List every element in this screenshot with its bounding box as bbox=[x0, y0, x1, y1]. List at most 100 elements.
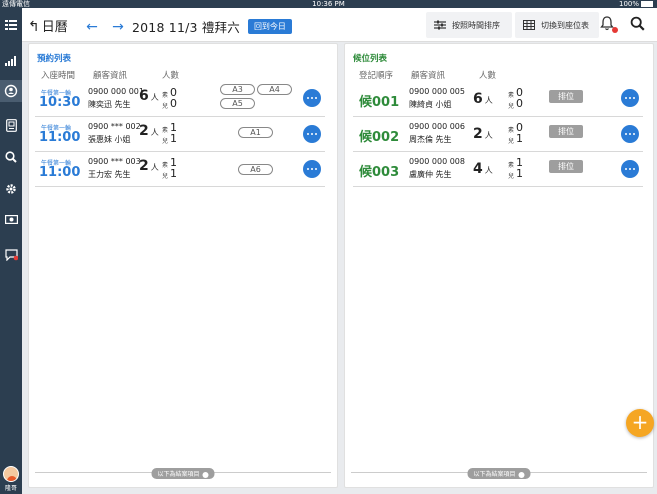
vegetarian-label: 素 bbox=[162, 127, 169, 134]
party-size: 6人 bbox=[473, 91, 493, 107]
party-unit: 人 bbox=[484, 166, 493, 175]
sort-by-time-button[interactable]: 按照時間排序 bbox=[426, 12, 512, 38]
child-label: 兒 bbox=[162, 138, 169, 145]
more-options-icon[interactable] bbox=[621, 160, 639, 178]
waitlist-row[interactable]: 候003 0900 000 008 盧廣仲 先生 4人 素 1 兒 1 排位 bbox=[353, 152, 643, 187]
back-arrow-icon: ↰ bbox=[28, 19, 40, 35]
party-count: 2 bbox=[139, 158, 149, 174]
party-count: 2 bbox=[139, 123, 149, 139]
closed-items-label: 以下為結案項目 bbox=[157, 471, 200, 478]
party-unit: 人 bbox=[484, 96, 493, 105]
reservation-row[interactable]: 午餐第一輪 10:30 0900 000 001 陳奕迅 先生 6人 素 0 兒… bbox=[35, 82, 325, 117]
table-tag[interactable]: A1 bbox=[238, 127, 273, 138]
customer-phone: 0900 000 008 bbox=[409, 157, 465, 166]
party-unit: 人 bbox=[150, 163, 159, 172]
child-count: 1 bbox=[516, 132, 523, 145]
child-count: 0 bbox=[516, 97, 523, 110]
party-size: 2人 bbox=[139, 158, 159, 174]
receipt-icon[interactable] bbox=[0, 114, 22, 136]
table-tag[interactable]: A5 bbox=[220, 98, 255, 109]
cash-icon[interactable] bbox=[0, 208, 22, 230]
customer-phone: 0900 000 006 bbox=[409, 122, 465, 131]
party-unit: 人 bbox=[150, 93, 159, 102]
prev-day-icon[interactable]: ← bbox=[84, 19, 100, 35]
party-size: 6人 bbox=[139, 88, 159, 104]
closed-items-toggle[interactable]: 以下為結案項目 bbox=[467, 468, 531, 479]
date-label: 2018 11/3 禮拜六 bbox=[132, 20, 240, 35]
search-icon[interactable] bbox=[0, 146, 22, 168]
gear-icon[interactable] bbox=[0, 178, 22, 200]
user-name: 隆哥 bbox=[4, 485, 17, 492]
header-search-icon[interactable] bbox=[630, 16, 645, 34]
waitlist-row[interactable]: 候001 0900 000 005 陳綺貞 小姐 6人 素 0 兒 0 排位 bbox=[353, 82, 643, 117]
waitlist-row[interactable]: 候002 0900 000 006 周杰倫 先生 2人 素 0 兒 1 排位 bbox=[353, 117, 643, 152]
child-count: 1 bbox=[170, 132, 177, 145]
child-label: 兒 bbox=[162, 173, 169, 180]
next-day-icon[interactable]: → bbox=[110, 19, 126, 35]
battery-indicator: 100% bbox=[619, 0, 653, 8]
party-unit: 人 bbox=[484, 131, 493, 140]
grid-icon[interactable] bbox=[0, 14, 22, 36]
party-size: 4人 bbox=[473, 161, 493, 177]
more-options-icon[interactable] bbox=[303, 125, 321, 143]
assign-seat-button[interactable]: 排位 bbox=[549, 125, 583, 138]
reservation-row[interactable]: 午餐第一輪 11:00 0900 *** 002 張惠妹 小姐 2人 素 1 兒… bbox=[35, 117, 325, 152]
waitlist-panel-title: 候位列表 bbox=[353, 54, 388, 64]
customer-name: 陳綺貞 小姐 bbox=[409, 100, 452, 109]
child-label: 兒 bbox=[162, 103, 169, 110]
switch-label: 切換到座位表 bbox=[541, 20, 589, 30]
waitlist-code: 候002 bbox=[359, 130, 400, 145]
waitlist-panel: 候位列表 登記順序 顧客資訊 人數 候001 0900 000 005 陳綺貞 … bbox=[344, 43, 654, 488]
today-button[interactable]: 回到今日 bbox=[247, 19, 292, 34]
sliders-icon bbox=[434, 20, 446, 30]
more-options-icon[interactable] bbox=[303, 160, 321, 178]
reservation-time: 10:30 bbox=[39, 95, 81, 110]
back-label: 日曆 bbox=[41, 20, 68, 35]
table-tag[interactable]: A4 bbox=[257, 84, 292, 95]
child-count: 1 bbox=[516, 167, 523, 180]
sort-label: 按照時間排序 bbox=[452, 20, 500, 30]
switch-to-seating-button[interactable]: 切換到座位表 bbox=[515, 12, 599, 38]
waitlist-code: 候001 bbox=[359, 95, 400, 110]
avatar bbox=[3, 466, 19, 482]
child-label: 兒 bbox=[508, 138, 515, 145]
customer-phone: 0900 000 001 bbox=[88, 87, 144, 96]
closed-items-toggle[interactable]: 以下為結案項目 bbox=[151, 468, 215, 479]
back-to-calendar-button[interactable]: ↰ 日曆 bbox=[28, 16, 68, 35]
side-nav: 隆哥 bbox=[0, 8, 22, 494]
table-grid-icon bbox=[523, 20, 535, 30]
expand-icon bbox=[202, 471, 209, 478]
notification-bell-icon[interactable] bbox=[600, 16, 618, 34]
vegetarian-label: 素 bbox=[162, 92, 169, 99]
expand-icon bbox=[518, 471, 525, 478]
table-tag[interactable]: A3 bbox=[220, 84, 255, 95]
top-header: ↰ 日曆 ← → 2018 11/3 禮拜六 回到今日 按照時間排序 切換到座位表 bbox=[22, 8, 657, 42]
bar-chart-icon[interactable] bbox=[0, 50, 22, 72]
more-options-icon[interactable] bbox=[303, 89, 321, 107]
table-tag[interactable]: A6 bbox=[238, 164, 273, 175]
more-options-icon[interactable] bbox=[621, 125, 639, 143]
customer-phone: 0900 000 005 bbox=[409, 87, 465, 96]
vegetarian-label: 素 bbox=[508, 92, 515, 99]
reservation-panel-title: 預約列表 bbox=[37, 54, 72, 64]
user-profile[interactable]: 隆哥 bbox=[0, 466, 22, 492]
battery-icon bbox=[641, 1, 653, 7]
assign-seat-button[interactable]: 排位 bbox=[549, 160, 583, 173]
refresh-person-icon[interactable] bbox=[0, 80, 22, 102]
party-size: 2人 bbox=[139, 123, 159, 139]
closed-items-label: 以下為結案項目 bbox=[473, 471, 516, 478]
add-button[interactable]: + bbox=[626, 409, 654, 437]
customer-phone: 0900 *** 003 bbox=[88, 157, 141, 166]
chat-icon[interactable] bbox=[0, 244, 22, 266]
customer-phone: 0900 *** 002 bbox=[88, 122, 141, 131]
party-count: 6 bbox=[139, 88, 149, 104]
customer-name: 王力宏 先生 bbox=[88, 170, 131, 179]
reservation-row[interactable]: 午餐第一輪 11:00 0900 *** 003 王力宏 先生 2人 素 1 兒… bbox=[35, 152, 325, 187]
assign-seat-button[interactable]: 排位 bbox=[549, 90, 583, 103]
party-unit: 人 bbox=[150, 128, 159, 137]
customer-name: 盧廣仲 先生 bbox=[409, 170, 452, 179]
vegetarian-label: 素 bbox=[508, 127, 515, 134]
col-header-people: 人數 bbox=[479, 71, 497, 81]
more-options-icon[interactable] bbox=[621, 89, 639, 107]
col-header-customer: 顧客資訊 bbox=[93, 71, 128, 81]
